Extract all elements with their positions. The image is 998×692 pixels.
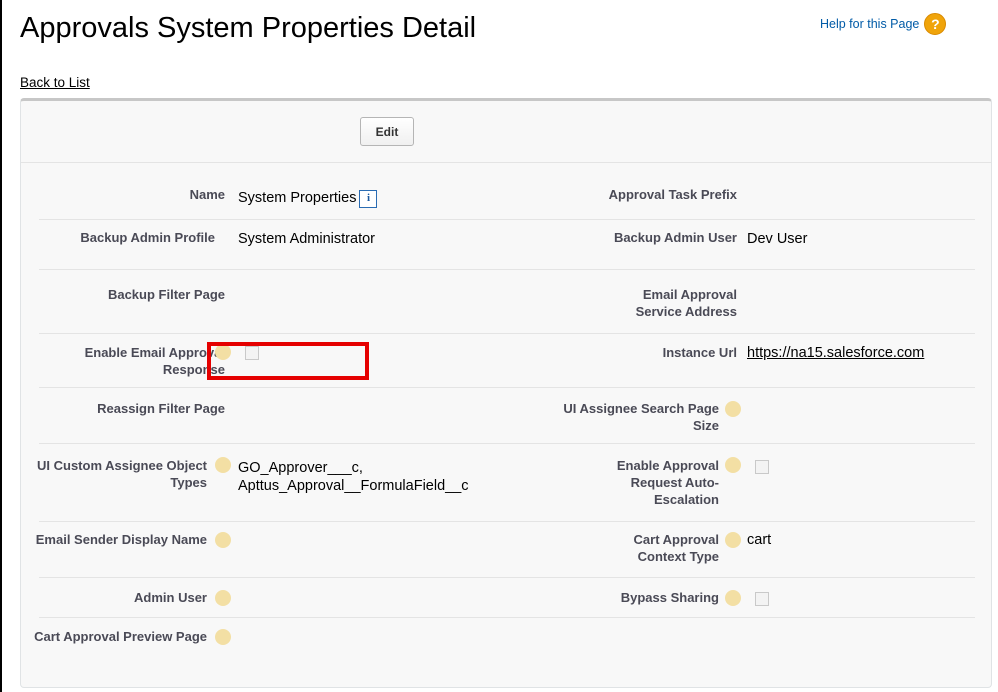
field-label-bypass-sharing: Bypass Sharing [620, 590, 719, 605]
field-label-backup-filter-page: Backup Filter Page [107, 287, 225, 302]
info-icon[interactable]: i [359, 190, 378, 208]
detail-row-backup-admin: Backup Admin Profile System Administrato… [39, 220, 975, 270]
field-label-approval-task-prefix: Approval Task Prefix [608, 187, 737, 202]
enable-approval-request-auto-escalation-checkbox[interactable] [755, 460, 769, 474]
help-hint-icon[interactable] [215, 590, 231, 606]
help-hint-icon[interactable] [725, 401, 741, 417]
help-hint-icon[interactable] [215, 629, 231, 645]
help-hint-icon[interactable] [725, 590, 741, 606]
help-hint-icon[interactable] [725, 532, 741, 548]
edit-button[interactable]: Edit [360, 117, 414, 146]
help-hint-icon[interactable] [215, 532, 231, 548]
field-label-enable-approval-request-auto-escalation: Enable Approval Request Auto-Escalation [616, 458, 719, 507]
field-label-instance-url: Instance Url [662, 345, 737, 360]
field-label-ui-assignee-search-page-size: UI Assignee Search Page Size [563, 401, 719, 433]
field-label-admin-user: Admin User [134, 590, 207, 605]
enable-email-approval-response-label: Enable Email Approval Response [84, 345, 225, 377]
field-label-ui-custom-assignee-object-types: UI Custom Assignee Object Types [37, 458, 207, 490]
detail-row-email-approval: Enable Email Approval Response Instance … [39, 334, 975, 388]
instance-url-link[interactable]: https://na15.salesforce.com [747, 345, 924, 361]
help-hint-icon[interactable] [725, 457, 741, 473]
detail-row-admin-user: Admin User Bypass Sharing [39, 578, 975, 618]
field-label-backup-admin-user: Backup Admin User [613, 230, 737, 245]
help-link-label[interactable]: Help for this Page [820, 17, 919, 31]
bypass-sharing-checkbox[interactable] [755, 592, 769, 606]
detail-row-email-sender: Email Sender Display Name Cart Approval … [36, 522, 975, 578]
field-label-email-approval-service-address: Email Approval Service Address [635, 287, 737, 319]
detail-row-ui-custom-assignee: UI Custom Assignee Object Types GO_Appro… [37, 444, 975, 522]
name-value-text: System Properties [238, 190, 357, 206]
detail-panel: Edit Name System Properties i Approval Ta… [20, 98, 992, 688]
highlight-annotation-box [207, 342, 369, 380]
field-label-name: Name [189, 187, 225, 202]
help-hint-icon[interactable] [215, 457, 231, 473]
field-value-backup-admin-profile: System Administrator [238, 231, 375, 247]
back-to-list-link[interactable]: Back to List [20, 75, 90, 90]
field-value-backup-admin-user: Dev User [747, 231, 808, 247]
detail-row-name: Name System Properties i Approval Task Pr… [39, 174, 975, 220]
field-label-email-sender-display-name: Email Sender Display Name [35, 532, 207, 547]
question-icon[interactable]: ? [924, 13, 947, 35]
field-label-backup-admin-profile: Backup Admin Profile [80, 230, 215, 245]
window-edge [0, 0, 2, 692]
button-row: Edit [21, 101, 991, 163]
field-label-cart-approval-context-type: Cart Approval Context Type [633, 532, 719, 564]
help-link[interactable]: Help for this Page ? [820, 13, 947, 35]
field-value-ui-custom-assignee-object-types: GO_Approver___c, Apttus_Approval__Formul… [238, 459, 469, 495]
field-value-cart-approval-context-type: cart [747, 532, 772, 548]
field-label-enable-email-approval-response: Enable Email Approval Response [25, 344, 225, 378]
detail-row-cart-preview: Cart Approval Preview Page [34, 618, 975, 678]
detail-row-backup-filter: Backup Filter Page Email Approval Servic… [39, 270, 975, 334]
field-value-instance-url: https://na15.salesforce.com [747, 344, 924, 362]
field-label-cart-approval-preview-page: Cart Approval Preview Page [34, 629, 207, 644]
field-label-reassign-filter-page: Reassign Filter Page [97, 401, 225, 416]
page-title: Approvals System Properties Detail [20, 12, 477, 44]
field-value-name: System Properties i [238, 189, 378, 208]
object-type-line-2: Apttus_Approval__FormulaField__c [238, 478, 469, 494]
detail-row-reassign: Reassign Filter Page UI Assignee Search … [39, 388, 975, 444]
object-type-line-1: GO_Approver___c, [238, 460, 363, 476]
